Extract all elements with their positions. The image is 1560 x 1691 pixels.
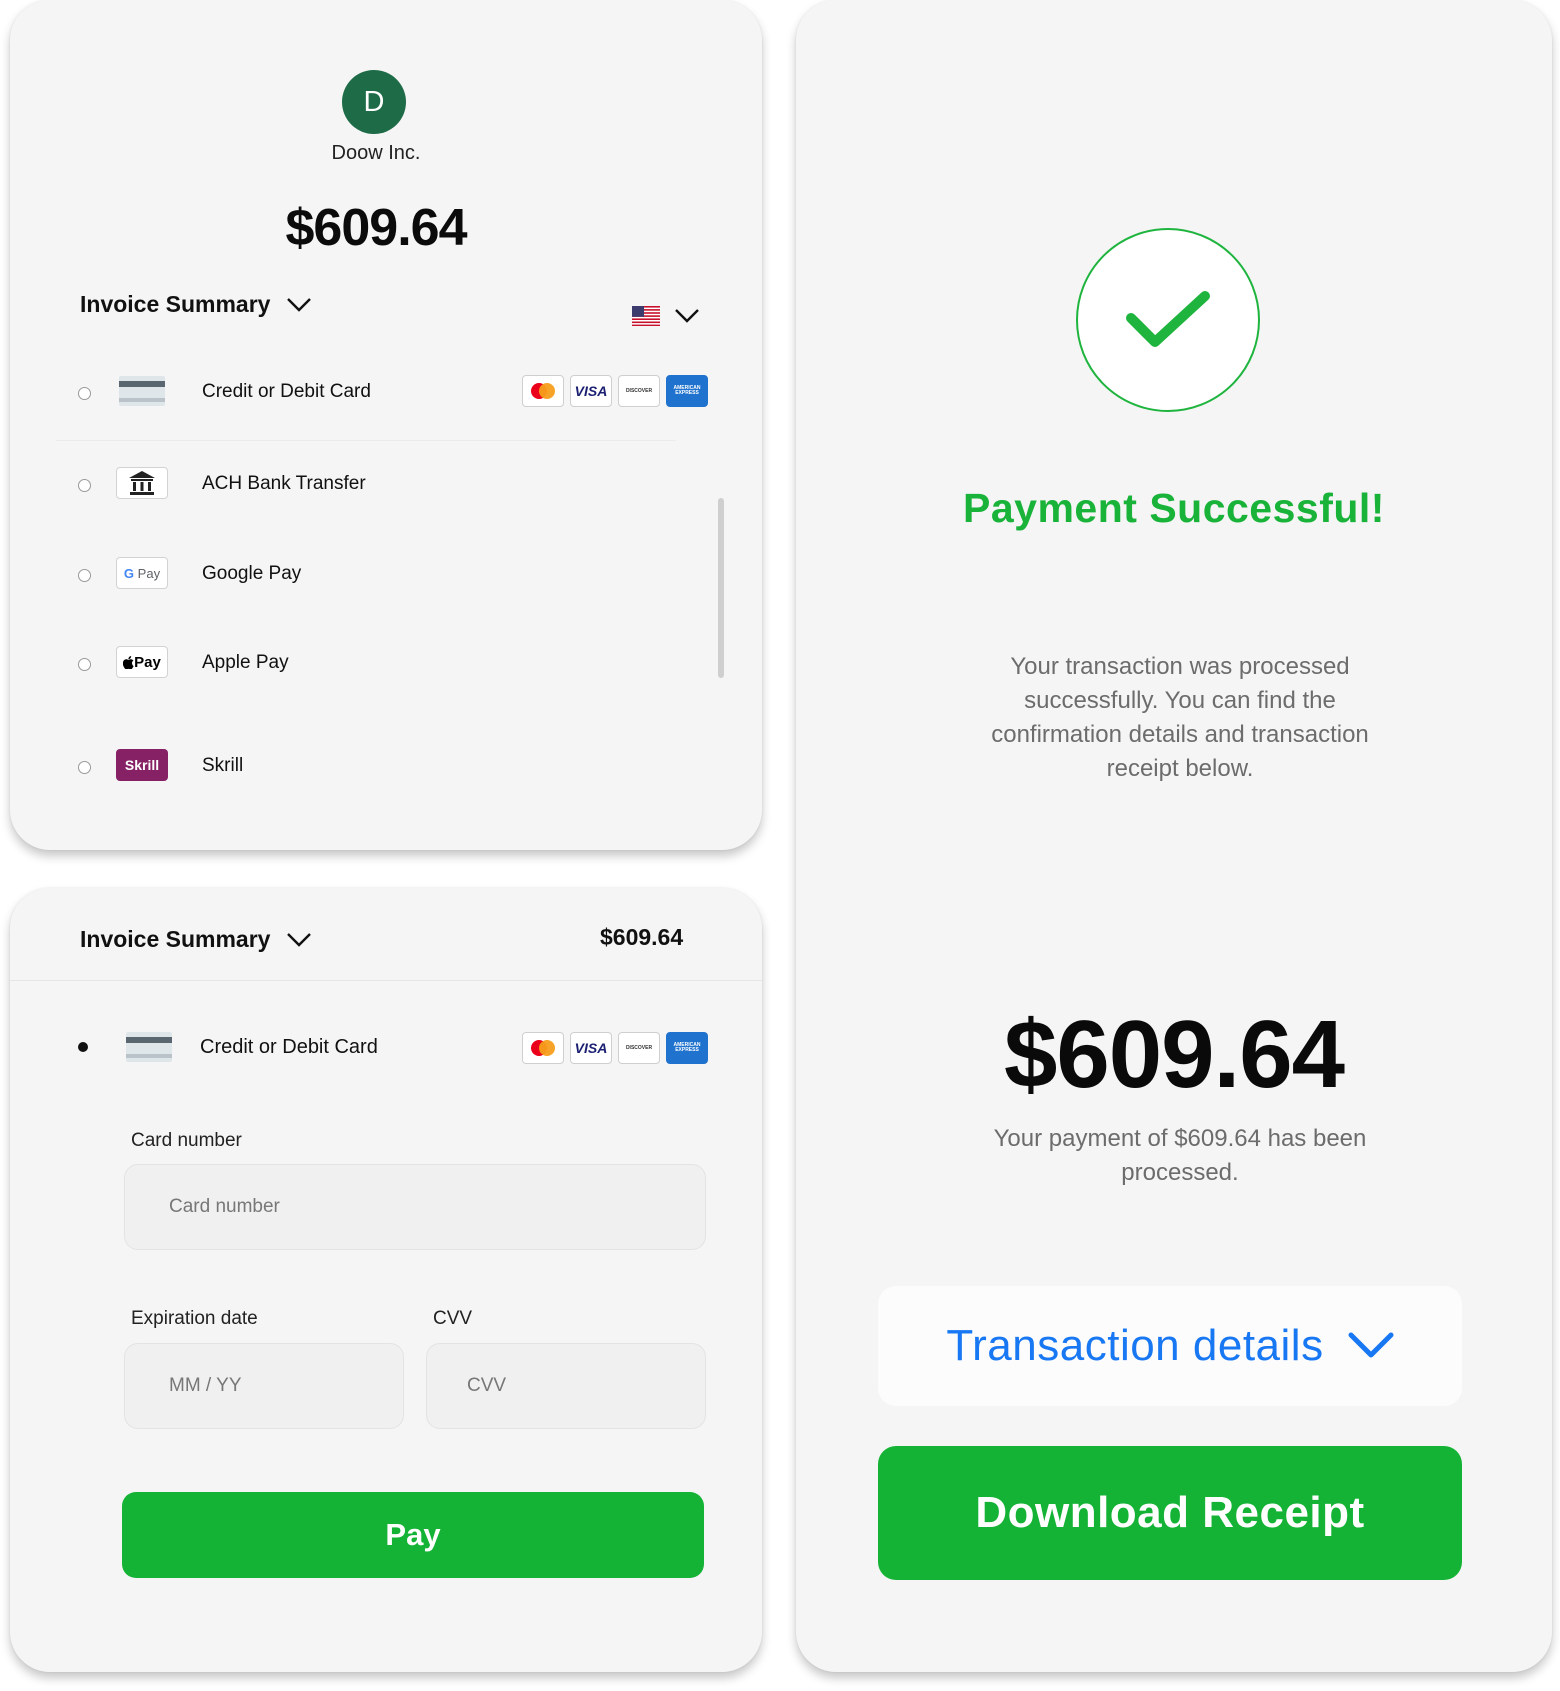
credit-card-icon <box>126 1032 172 1067</box>
mastercard-icon <box>522 375 564 407</box>
success-check-icon <box>1076 228 1260 412</box>
download-receipt-button[interactable]: Download Receipt <box>878 1446 1462 1580</box>
credit-card-icon <box>116 375 168 407</box>
invoice-summary-label: Invoice Summary <box>80 926 271 952</box>
transaction-details-label: Transaction details <box>946 1321 1324 1370</box>
payment-method-google-pay[interactable]: G Pay Google Pay <box>10 545 762 605</box>
payment-method-label: Apple Pay <box>202 652 289 673</box>
invoice-summary-toggle[interactable]: Invoice Summary <box>80 926 312 953</box>
transaction-details-toggle[interactable]: Transaction details <box>878 1286 1462 1406</box>
chevron-down-icon <box>286 932 312 948</box>
locale-selector[interactable] <box>632 306 700 326</box>
card-number-label: Card number <box>131 1130 242 1151</box>
amex-icon: AMERICAN EXPRESS <box>666 375 708 407</box>
divider <box>56 440 676 441</box>
bank-icon <box>116 467 168 499</box>
mastercard-icon <box>522 1032 564 1064</box>
payment-method-label: Credit or Debit Card <box>202 381 371 402</box>
pay-button[interactable]: Pay <box>122 1492 704 1578</box>
cvv-input[interactable]: CVV <box>426 1343 706 1429</box>
discover-icon: DISCOVER <box>618 1032 660 1064</box>
payment-method-label: Skrill <box>202 755 244 776</box>
merchant-name: Doow Inc. <box>331 142 421 164</box>
payment-method-label: Google Pay <box>202 563 302 584</box>
divider <box>10 980 762 981</box>
chevron-down-icon <box>1348 1321 1394 1371</box>
payment-method-label: ACH Bank Transfer <box>202 473 366 494</box>
processed-text: Your payment of $609.64 has been process… <box>993 1125 1367 1186</box>
success-description: Your transaction was processed successfu… <box>991 653 1369 782</box>
google-pay-icon: G Pay <box>116 557 168 589</box>
card-brands: VISA DISCOVER AMERICAN EXPRESS <box>522 1032 708 1064</box>
card-number-input[interactable]: Card number <box>124 1164 706 1250</box>
invoice-amount: $609.64 <box>600 924 684 950</box>
payment-method-ach[interactable]: ACH Bank Transfer <box>10 455 762 515</box>
chevron-down-icon <box>286 297 312 313</box>
selected-method-label: Credit or Debit Card <box>200 1036 378 1058</box>
apple-pay-icon: Pay <box>116 646 168 678</box>
radio-button[interactable] <box>78 761 91 774</box>
card-brands: VISA DISCOVER AMERICAN EXPRESS <box>522 375 708 407</box>
radio-button[interactable] <box>78 387 91 400</box>
radio-button-selected[interactable] <box>78 1042 88 1052</box>
us-flag-icon <box>632 306 660 326</box>
paid-amount: $609.64 <box>1003 1001 1345 1108</box>
apple-logo-icon <box>123 655 134 669</box>
expiration-input[interactable]: MM / YY <box>124 1343 404 1429</box>
radio-button[interactable] <box>78 569 91 582</box>
invoice-summary-toggle[interactable]: Invoice Summary <box>80 291 312 318</box>
discover-icon: DISCOVER <box>618 375 660 407</box>
visa-icon: VISA <box>570 1032 612 1064</box>
success-title: Payment Successful! <box>963 485 1385 531</box>
radio-button[interactable] <box>78 479 91 492</box>
cvv-label: CVV <box>433 1308 473 1329</box>
radio-button[interactable] <box>78 658 91 671</box>
expiration-label: Expiration date <box>131 1308 258 1329</box>
scrollbar[interactable] <box>718 498 724 678</box>
chevron-down-icon <box>674 308 700 324</box>
merchant-avatar: D <box>342 70 406 134</box>
payment-method-skrill[interactable]: Skrill Skrill <box>10 737 762 797</box>
skrill-icon: Skrill <box>116 749 168 781</box>
visa-icon: VISA <box>570 375 612 407</box>
amex-icon: AMERICAN EXPRESS <box>666 1032 708 1064</box>
invoice-amount: $609.64 <box>285 199 468 257</box>
payment-method-apple-pay[interactable]: Pay Apple Pay <box>10 634 762 694</box>
invoice-summary-label: Invoice Summary <box>80 291 271 317</box>
payment-method-card[interactable]: Credit or Debit Card VISA DISCOVER AMERI… <box>10 363 762 423</box>
